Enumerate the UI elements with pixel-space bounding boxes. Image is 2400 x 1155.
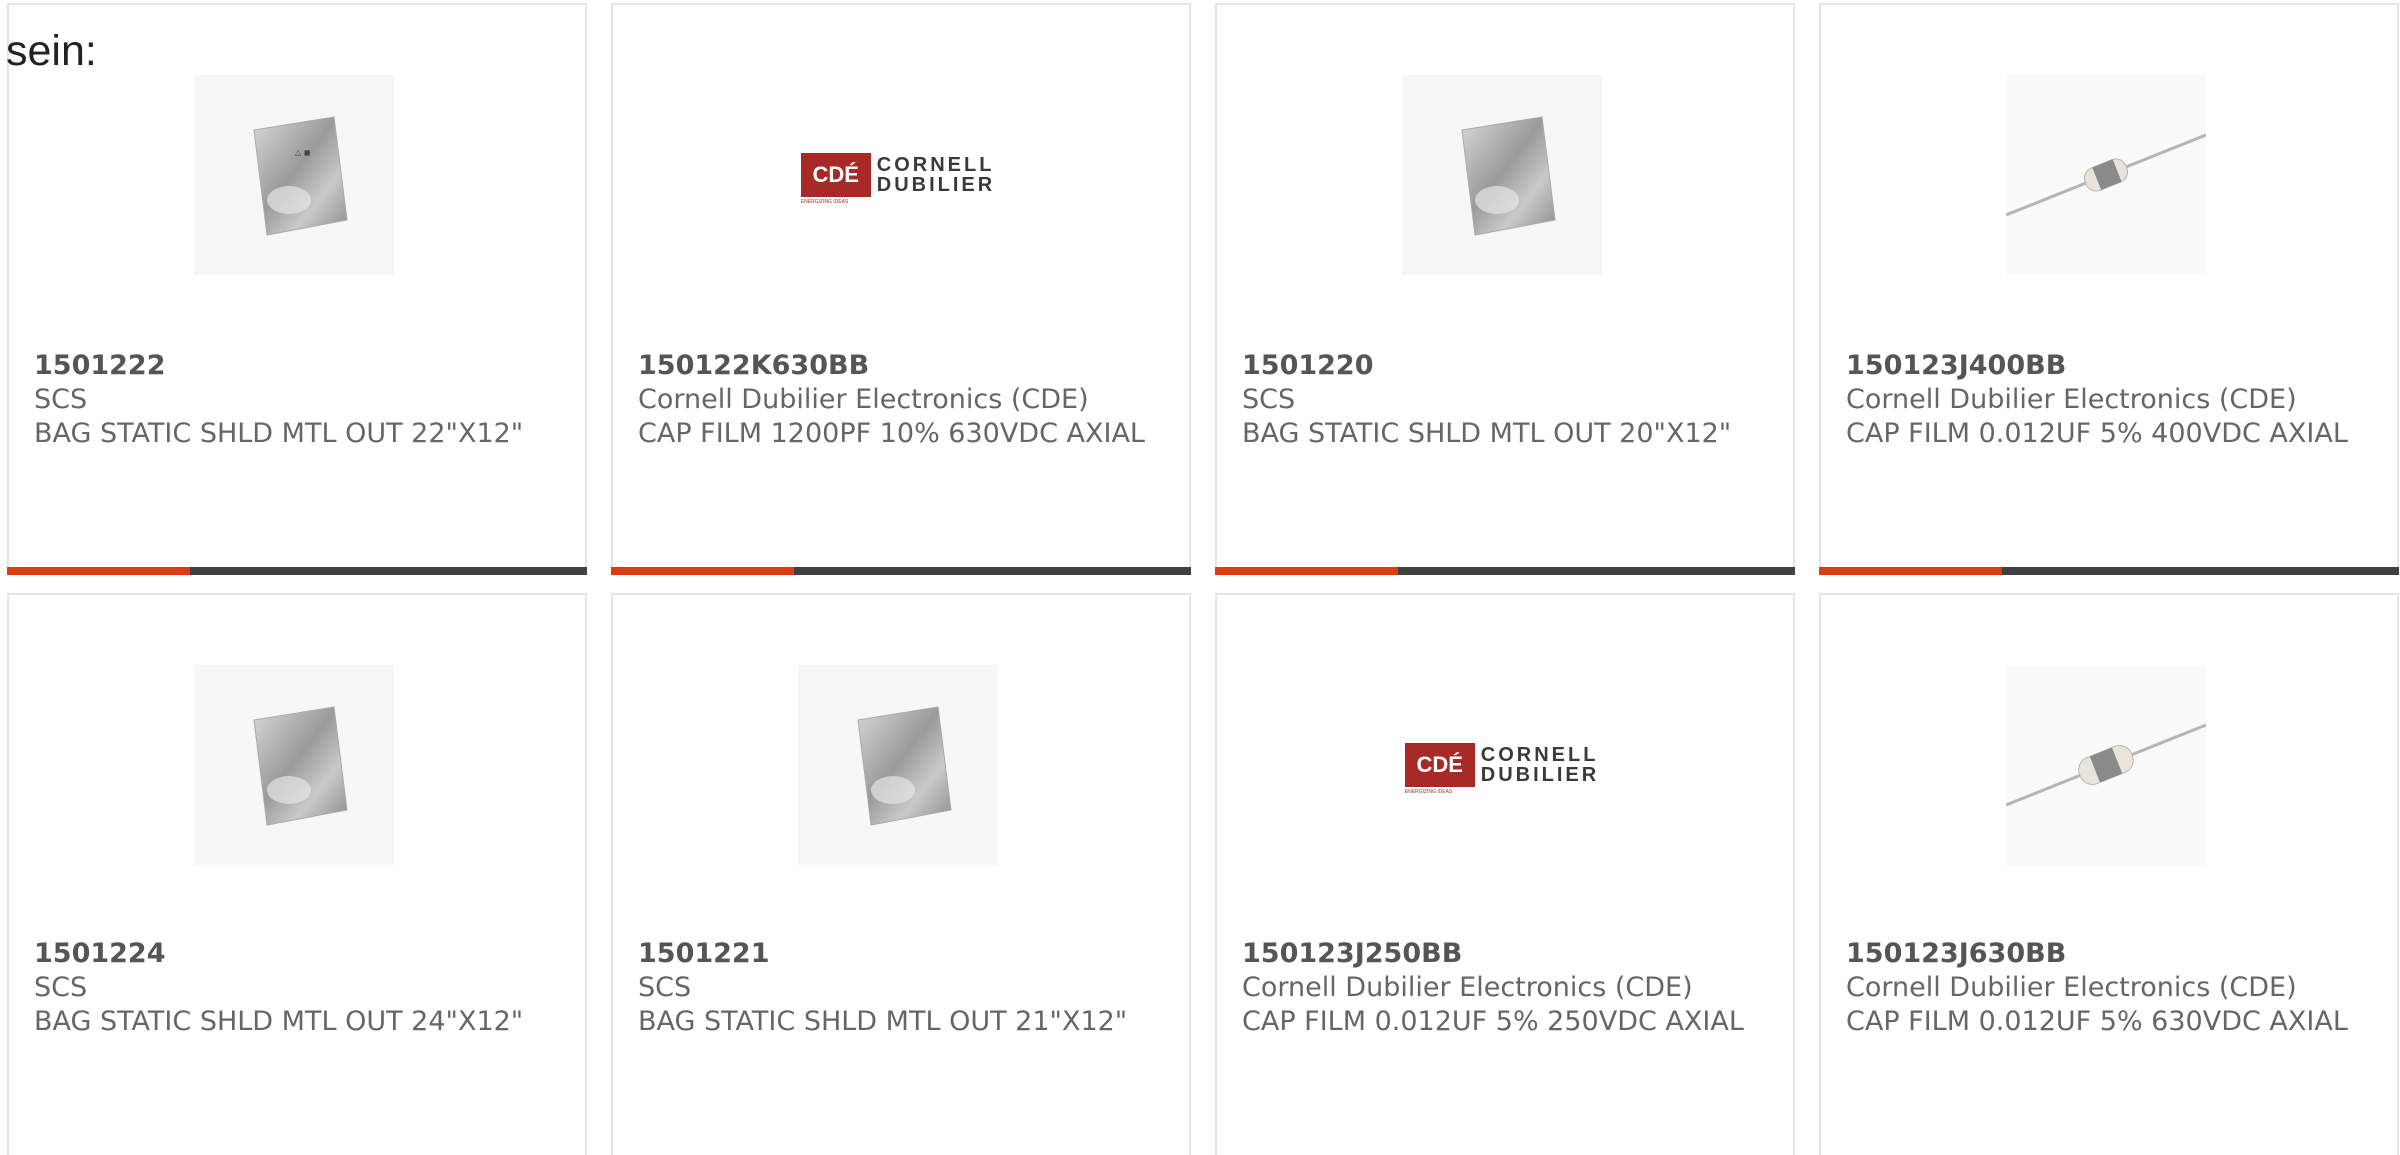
cde-logo-line1: CORNELL [1480, 744, 1599, 766]
card-bottom-bar [1215, 567, 1795, 575]
card-bottom-bar [7, 567, 587, 575]
cde-logo-line1: CORNELL [876, 154, 995, 176]
accent-bar [611, 567, 794, 575]
product-image[interactable]: △ ◼ [194, 75, 394, 275]
part-number[interactable]: 150123J400BB [1846, 349, 2366, 383]
product-info: 150123J250BB Cornell Dubilier Electronic… [1242, 937, 1762, 1039]
manufacturer: Cornell Dubilier Electronics (CDE) [1846, 384, 2297, 415]
manufacturer: SCS [34, 384, 88, 415]
static-bag-icon: △ ◼ [194, 75, 394, 275]
description: BAG STATIC SHLD MTL OUT 20"X12" [1242, 418, 1732, 449]
description: BAG STATIC SHLD MTL OUT 21"X12" [638, 1006, 1128, 1037]
product-card[interactable]: 150123J400BB Cornell Dubilier Electronic… [1819, 3, 2399, 575]
description: BAG STATIC SHLD MTL OUT 24"X12" [34, 1006, 524, 1037]
product-card[interactable]: 1501221 SCS BAG STATIC SHLD MTL OUT 21"X… [611, 593, 1191, 1155]
accent-bar [1819, 567, 2002, 575]
description: CAP FILM 0.012UF 5% 630VDC AXIAL [1846, 1006, 2348, 1037]
product-card[interactable]: CDÉ ENERGIZING IDEAS CORNELL DUBILIER 15… [1215, 593, 1795, 1155]
svg-text:△ ◼: △ ◼ [295, 148, 310, 157]
product-card[interactable]: CDÉ ENERGIZING IDEAS CORNELL DUBILIER 15… [611, 3, 1191, 575]
static-bag-icon [194, 665, 394, 865]
part-number[interactable]: 1501222 [34, 349, 554, 383]
description: CAP FILM 1200PF 10% 630VDC AXIAL [638, 418, 1145, 449]
accent-bar [7, 567, 190, 575]
cde-logo-mark-text: CDÉ [1416, 752, 1463, 777]
product-card[interactable]: 1501220 SCS BAG STATIC SHLD MTL OUT 20"X… [1215, 3, 1795, 575]
product-card[interactable]: △ ◼ 1501222 SCS BAG STATIC SHLD MTL OUT … [7, 3, 587, 575]
card-bottom-bar [1819, 567, 2399, 575]
description: CAP FILM 0.012UF 5% 400VDC AXIAL [1846, 418, 2348, 449]
cde-logo-tagline: ENERGIZING IDEAS [800, 199, 849, 205]
intro-text: sein: [6, 27, 97, 75]
manufacturer: Cornell Dubilier Electronics (CDE) [638, 384, 1089, 415]
part-number[interactable]: 150123J630BB [1846, 937, 2366, 971]
part-number[interactable]: 1501220 [1242, 349, 1762, 383]
product-image[interactable] [2006, 665, 2206, 865]
part-number[interactable]: 1501224 [34, 937, 554, 971]
cde-logo-tagline: ENERGIZING IDEAS [1404, 789, 1453, 795]
product-info: 1501221 SCS BAG STATIC SHLD MTL OUT 21"X… [638, 937, 1158, 1039]
manufacturer: Cornell Dubilier Electronics (CDE) [1242, 972, 1693, 1003]
manufacturer: Cornell Dubilier Electronics (CDE) [1846, 972, 2297, 1003]
manufacturer: SCS [1242, 384, 1296, 415]
description: BAG STATIC SHLD MTL OUT 22"X12" [34, 418, 524, 449]
static-bag-icon [798, 665, 998, 865]
axial-capacitor-icon [2006, 75, 2206, 275]
part-number[interactable]: 1501221 [638, 937, 1158, 971]
cde-logo-wordmark: CORNELL DUBILIER [877, 155, 995, 195]
manufacturer: SCS [638, 972, 692, 1003]
part-number[interactable]: 150123J250BB [1242, 937, 1762, 971]
part-number[interactable]: 150122K630BB [638, 349, 1158, 383]
product-image[interactable]: CDÉ ENERGIZING IDEAS CORNELL DUBILIER [1402, 665, 1602, 865]
description: CAP FILM 0.012UF 5% 250VDC AXIAL [1242, 1006, 1744, 1037]
axial-capacitor-icon [2006, 665, 2206, 865]
product-info: 150122K630BB Cornell Dubilier Electronic… [638, 349, 1158, 451]
product-card[interactable]: 150123J630BB Cornell Dubilier Electronic… [1819, 593, 2399, 1155]
product-card[interactable]: 1501224 SCS BAG STATIC SHLD MTL OUT 24"X… [7, 593, 587, 1155]
product-image[interactable] [2006, 75, 2206, 275]
product-info: 1501222 SCS BAG STATIC SHLD MTL OUT 22"X… [34, 349, 554, 451]
product-info: 150123J400BB Cornell Dubilier Electronic… [1846, 349, 2366, 451]
cde-logo-line2: DUBILIER [1480, 764, 1600, 786]
product-image[interactable]: CDÉ ENERGIZING IDEAS CORNELL DUBILIER [798, 75, 998, 275]
cde-logo: CDÉ ENERGIZING IDEAS CORNELL DUBILIER [800, 153, 995, 205]
product-info: 150123J630BB Cornell Dubilier Electronic… [1846, 937, 2366, 1039]
product-image[interactable] [194, 665, 394, 865]
product-info: 1501220 SCS BAG STATIC SHLD MTL OUT 20"X… [1242, 349, 1762, 451]
cde-logo-mark-text: CDÉ [812, 162, 859, 187]
cde-logo-line2: DUBILIER [876, 174, 996, 196]
cde-logo-mark: CDÉ ENERGIZING IDEAS [1404, 743, 1475, 795]
card-bottom-bar [611, 567, 1191, 575]
cde-logo-mark: CDÉ ENERGIZING IDEAS [800, 153, 871, 205]
product-info: 1501224 SCS BAG STATIC SHLD MTL OUT 24"X… [34, 937, 554, 1039]
product-image[interactable] [798, 665, 998, 865]
product-grid: △ ◼ 1501222 SCS BAG STATIC SHLD MTL OUT … [0, 0, 2400, 1155]
static-bag-icon [1402, 75, 1602, 275]
manufacturer: SCS [34, 972, 88, 1003]
accent-bar [1215, 567, 1398, 575]
cde-logo: CDÉ ENERGIZING IDEAS CORNELL DUBILIER [1404, 743, 1599, 795]
cde-logo-wordmark: CORNELL DUBILIER [1481, 745, 1599, 785]
product-image[interactable] [1402, 75, 1602, 275]
